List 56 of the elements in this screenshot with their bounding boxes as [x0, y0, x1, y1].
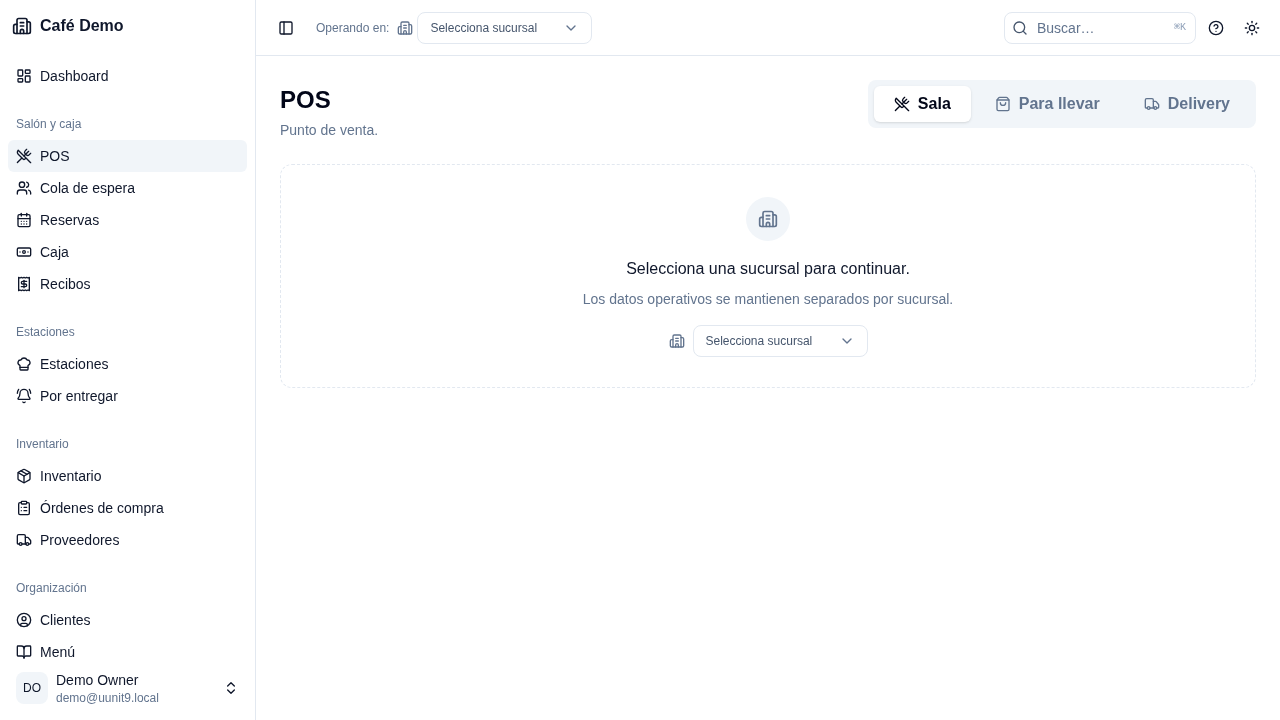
shortcut-hint: ⌘K: [1173, 20, 1186, 35]
book-icon: [16, 644, 32, 660]
sidebar-item[interactable]: Reservas: [8, 204, 247, 236]
user-email: demo@uunit9.local: [56, 690, 160, 706]
section-label: Organización: [15, 580, 88, 597]
building-icon: [668, 333, 685, 349]
empty-state-title: Selecciona una sucursal para continuar.: [626, 259, 910, 279]
branch-select[interactable]: Selecciona sucursal: [417, 11, 593, 44]
building-icon: [397, 19, 414, 36]
utensils-icon: [16, 148, 32, 164]
user-circle-icon: [16, 612, 32, 628]
bell-icon: [16, 388, 32, 404]
users-icon: [16, 180, 32, 196]
sidebar-item[interactable]: Órdenes de compra: [8, 492, 247, 524]
sidebar-item[interactable]: Menú: [8, 636, 247, 664]
sidebar-item[interactable]: Caja: [8, 236, 247, 268]
truck-icon: [16, 532, 32, 548]
page-title: POS: [280, 85, 332, 115]
bag-icon: [994, 96, 1011, 112]
theme-toggle-icon[interactable]: [1244, 19, 1260, 36]
package-icon: [16, 468, 32, 484]
building-icon: [746, 197, 790, 241]
user-name: Demo Owner: [56, 671, 140, 690]
sidebar-item[interactable]: Recibos: [8, 268, 247, 300]
sidebar-toggle-icon[interactable]: [278, 19, 294, 36]
help-icon[interactable]: [1208, 19, 1224, 36]
brand-name: Café Demo: [40, 16, 124, 36]
sidebar-item[interactable]: Cola de espera: [8, 172, 247, 204]
section-label: Estaciones: [15, 324, 76, 341]
section-label: Salón y caja: [15, 116, 83, 133]
sidebar-item[interactable]: Proveedores: [8, 524, 247, 556]
empty-state-description: Los datos operativos se mantienen separados por sucursal.: [582, 290, 954, 309]
sidebar-item[interactable]: Por entregar: [8, 380, 247, 412]
order-type-tab[interactable]: Delivery: [1123, 86, 1250, 122]
order-type-tab[interactable]: Para llevar: [974, 86, 1120, 122]
clipboard-icon: [16, 500, 32, 516]
receipt-icon: [16, 276, 32, 292]
truck-icon: [1143, 96, 1160, 112]
order-type-tab[interactable]: Sala: [873, 86, 971, 122]
dashboard-icon: [16, 68, 32, 84]
sidebar-item[interactable]: POS: [8, 140, 247, 172]
sidebar-item[interactable]: Inventario: [8, 460, 247, 492]
page-subtitle: Punto de venta.: [280, 121, 379, 140]
banknote-icon: [16, 244, 32, 260]
sidebar-item[interactable]: Estaciones: [8, 348, 247, 380]
search-icon: [1012, 19, 1028, 36]
user-avatar[interactable]: DO: [16, 672, 48, 704]
building-icon: [12, 16, 32, 36]
sidebar-item[interactable]: Clientes: [8, 604, 247, 636]
chef-hat-icon: [16, 356, 32, 372]
calendar-icon: [16, 212, 32, 228]
section-label: Inventario: [15, 436, 70, 453]
utensils-icon: [893, 96, 910, 112]
operating-label: Operando en:: [316, 19, 390, 36]
branch-select[interactable]: Selecciona sucursal: [692, 325, 868, 357]
sidebar-item[interactable]: Dashboard: [8, 60, 247, 92]
